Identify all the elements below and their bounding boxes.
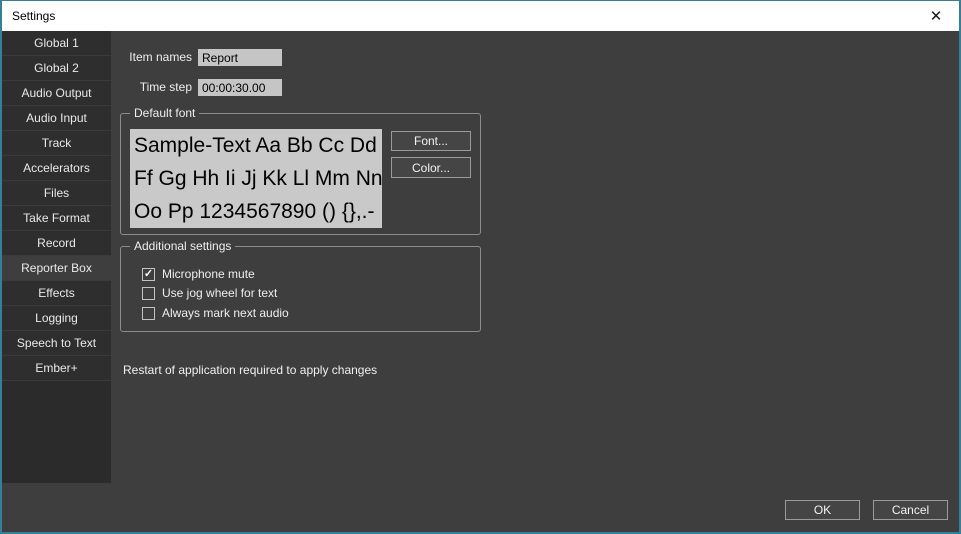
color-button[interactable]: Color...: [391, 157, 471, 178]
font-sample-line: Sample-Text Aa Bb Cc Dd Ee: [134, 129, 382, 162]
check-icon: ✓: [144, 268, 153, 281]
font-button[interactable]: Font...: [391, 131, 471, 151]
sidebar: Global 1 Global 2 Audio Output Audio Inp…: [2, 31, 111, 483]
additional-settings-group: Additional settings ✓ Microphone mute Us…: [120, 246, 481, 332]
settings-window: Settings ✕ Global 1 Global 2 Audio Outpu…: [0, 0, 961, 534]
titlebar: Settings ✕: [2, 1, 959, 31]
default-font-group: Default font Sample-Text Aa Bb Cc Dd Ee …: [120, 113, 481, 235]
checkbox-row-jog-wheel[interactable]: Use jog wheel for text: [142, 286, 277, 300]
mark-next-audio-label[interactable]: Always mark next audio: [162, 306, 289, 320]
sidebar-item-files[interactable]: Files: [2, 181, 111, 206]
additional-settings-group-title: Additional settings: [130, 239, 235, 254]
sidebar-item-effects[interactable]: Effects: [2, 281, 111, 306]
default-font-group-title: Default font: [130, 106, 199, 121]
sidebar-item-reporter-box[interactable]: Reporter Box: [2, 256, 111, 281]
sidebar-item-logging[interactable]: Logging: [2, 306, 111, 331]
jog-wheel-label[interactable]: Use jog wheel for text: [162, 286, 277, 300]
sidebar-item-take-format[interactable]: Take Format: [2, 206, 111, 231]
checkbox-row-mark-next-audio[interactable]: Always mark next audio: [142, 306, 289, 320]
sidebar-item-ember[interactable]: Ember+: [2, 356, 111, 381]
microphone-mute-checkbox[interactable]: ✓: [142, 268, 155, 281]
microphone-mute-label[interactable]: Microphone mute: [162, 267, 255, 281]
close-icon[interactable]: ✕: [919, 1, 953, 31]
font-sample-preview: Sample-Text Aa Bb Cc Dd Ee Ff Gg Hh Ii J…: [130, 129, 382, 228]
sidebar-item-audio-input[interactable]: Audio Input: [2, 106, 111, 131]
restart-note: Restart of application required to apply…: [123, 363, 377, 377]
sidebar-item-track[interactable]: Track: [2, 131, 111, 156]
font-sample-line: Ff Gg Hh Ii Jj Kk Ll Mm Nn: [134, 162, 382, 195]
item-names-label: Item names: [42, 49, 192, 66]
checkbox-row-microphone-mute[interactable]: ✓ Microphone mute: [142, 267, 255, 281]
ok-button[interactable]: OK: [785, 500, 860, 520]
sidebar-item-record[interactable]: Record: [2, 231, 111, 256]
mark-next-audio-checkbox[interactable]: [142, 307, 155, 320]
cancel-button[interactable]: Cancel: [873, 500, 948, 520]
sidebar-item-speech-to-text[interactable]: Speech to Text: [2, 331, 111, 356]
sidebar-item-accelerators[interactable]: Accelerators: [2, 156, 111, 181]
font-sample-line: Oo Pp 1234567890 () {},.-: [134, 195, 382, 228]
item-names-input[interactable]: [198, 49, 282, 66]
window-title: Settings: [12, 9, 55, 23]
time-step-label: Time step: [42, 79, 192, 96]
jog-wheel-checkbox[interactable]: [142, 287, 155, 300]
time-step-input[interactable]: [198, 79, 282, 96]
